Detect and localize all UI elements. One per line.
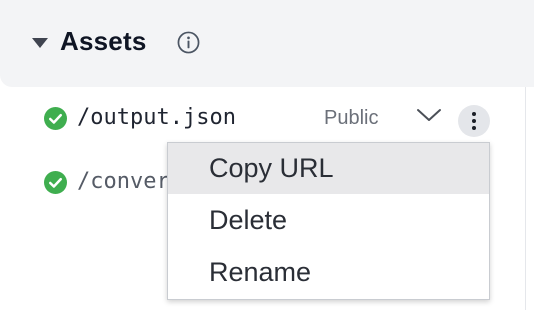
menu-item-delete[interactable]: Delete xyxy=(168,195,489,246)
menu-item-rename[interactable]: Rename xyxy=(168,247,489,298)
menu-item-label: Rename xyxy=(209,257,312,287)
more-vertical-icon xyxy=(472,112,476,116)
more-vertical-icon xyxy=(472,126,476,130)
check-circle-icon xyxy=(44,171,67,194)
context-menu: Copy URL Delete Rename xyxy=(167,142,490,300)
visibility-label[interactable]: Public xyxy=(324,107,378,130)
more-options-button[interactable] xyxy=(458,105,490,137)
caret-down-icon[interactable] xyxy=(32,38,48,48)
check-circle-icon xyxy=(44,107,67,130)
panel-divider xyxy=(525,87,526,310)
menu-item-label: Delete xyxy=(209,205,288,235)
info-icon[interactable] xyxy=(177,31,200,54)
assets-section-header[interactable]: Assets xyxy=(0,0,534,87)
menu-item-copy-url[interactable]: Copy URL xyxy=(168,143,489,194)
menu-item-label: Copy URL xyxy=(209,153,334,183)
asset-row[interactable]: /output.json Public xyxy=(0,93,520,143)
assets-panel: Assets /output.json Public /conver Copy … xyxy=(0,0,534,310)
asset-path[interactable]: /conver xyxy=(77,169,170,194)
asset-path[interactable]: /output.json xyxy=(77,105,236,130)
section-title: Assets xyxy=(60,26,147,56)
more-vertical-icon xyxy=(472,119,476,123)
chevron-down-icon[interactable] xyxy=(416,107,442,123)
